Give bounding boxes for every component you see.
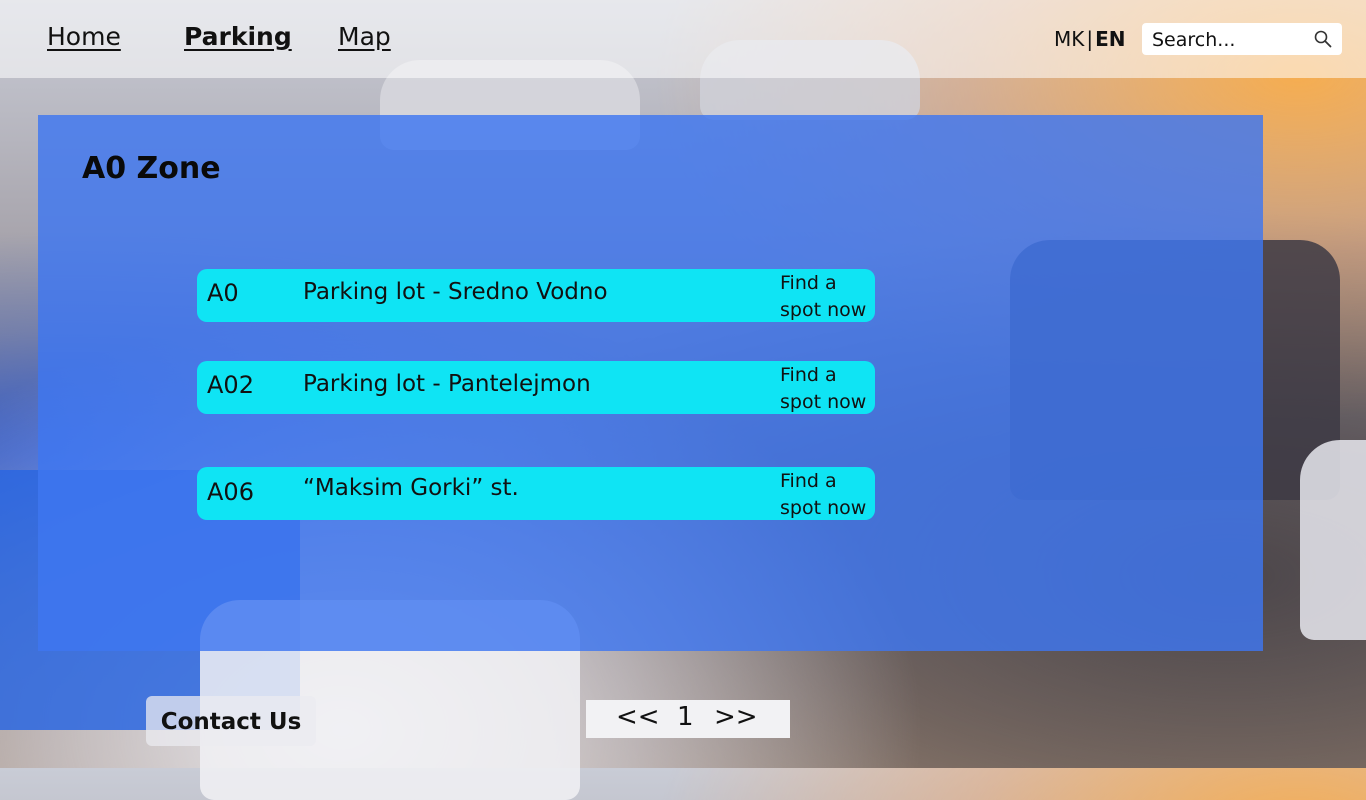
nav-home-link[interactable]: Home [47,22,121,51]
background-photo [1300,440,1366,640]
parking-lot-row[interactable]: A06 “Maksim Gorki” st. Find a spot now [197,467,875,520]
search-box [1142,23,1342,55]
pagination: << 1 >> [586,700,790,738]
pagination-prev-button[interactable]: << [616,702,660,732]
nav-parking-link[interactable]: Parking [184,22,292,51]
zone-panel: A0 Zone A0 Parking lot - Sredno Vodno Fi… [38,115,1263,651]
search-input[interactable] [1150,27,1314,53]
nav-map-link[interactable]: Map [338,22,391,51]
language-en[interactable]: EN [1095,27,1125,51]
top-navigation-bar: Home Parking Map MK | EN [0,0,1366,78]
lot-name: Parking lot - Sredno Vodno [303,279,608,305]
find-spot-button[interactable]: Find a spot now [780,468,872,522]
lot-code: A02 [207,371,254,399]
lot-name: “Maksim Gorki” st. [303,475,519,501]
find-spot-button[interactable]: Find a spot now [780,362,872,416]
pagination-next-button[interactable]: >> [714,702,758,732]
zone-title: A0 Zone [82,151,221,186]
language-mk[interactable]: MK [1054,27,1084,51]
language-switcher: MK | EN [1054,27,1126,51]
lot-code: A06 [207,478,254,506]
lot-code: A0 [207,279,239,307]
parking-lot-row[interactable]: A0 Parking lot - Sredno Vodno Find a spo… [197,269,875,322]
lot-name: Parking lot - Pantelejmon [303,371,591,397]
pagination-current-page: 1 [677,702,694,732]
contact-us-button[interactable]: Contact Us [146,696,316,746]
language-separator: | [1086,27,1094,51]
search-icon[interactable] [1314,30,1332,48]
parking-lot-row[interactable]: A02 Parking lot - Pantelejmon Find a spo… [197,361,875,414]
find-spot-button[interactable]: Find a spot now [780,270,872,324]
